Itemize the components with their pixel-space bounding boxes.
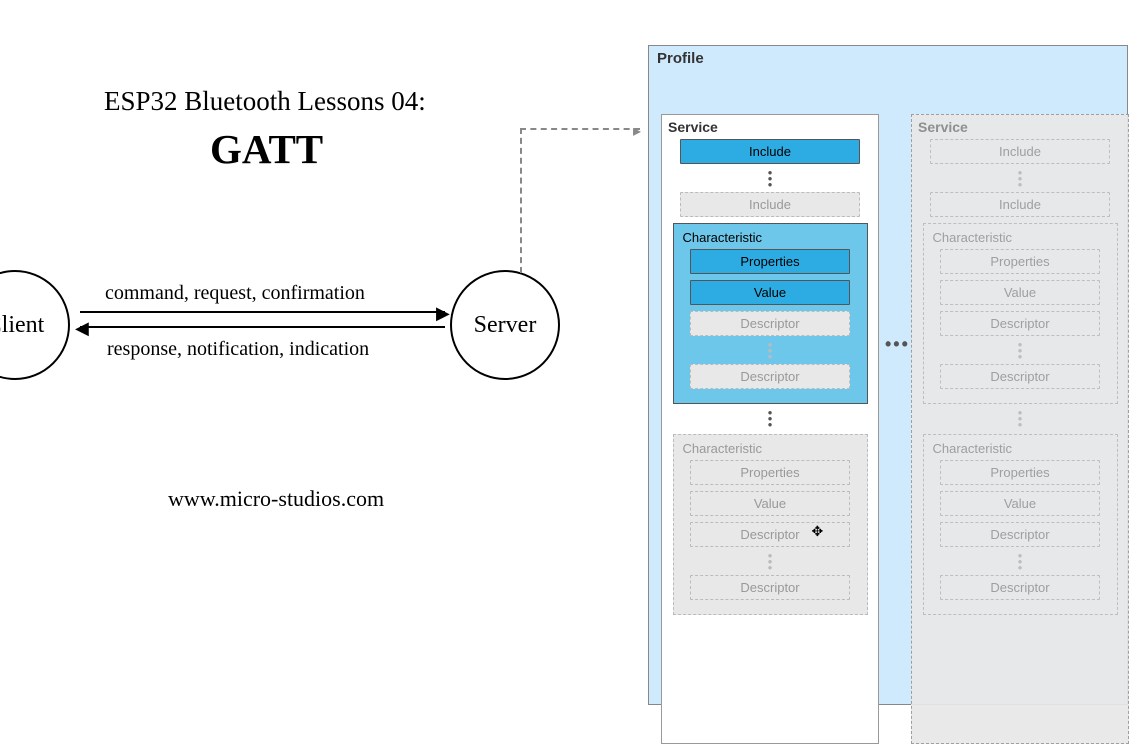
properties-ghost: Properties (690, 460, 850, 485)
include-active: Include (680, 139, 860, 164)
properties-active: Properties (690, 249, 850, 274)
service-active: Service Include ••• Include Characterist… (661, 114, 879, 744)
vdots-icon: ••• (668, 410, 872, 428)
client-label: Client (0, 312, 44, 339)
descriptor-ghost: Descriptor (690, 575, 850, 600)
server-label: Server (474, 312, 537, 339)
properties-ghost: Properties (940, 249, 1100, 274)
service-ghost-label: Service (918, 119, 1122, 135)
website-url: www.micro-studios.com (168, 486, 384, 512)
server-node: Server (450, 270, 560, 380)
descriptor-ghost: Descriptor (940, 575, 1100, 600)
client-node: Client (0, 270, 70, 380)
descriptor-ghost: Descriptor (940, 364, 1100, 389)
value-ghost: Value (940, 491, 1100, 516)
arrow-right-head: ▶ (436, 303, 450, 324)
value-ghost: Value (940, 280, 1100, 305)
characteristic-active: Characteristic Properties Value Descript… (673, 223, 868, 404)
characteristic-ghost-label: Characteristic (933, 230, 1112, 245)
vdots-icon: ••• (929, 553, 1112, 571)
characteristic-ghost-label: Characteristic (683, 441, 862, 456)
arrow-left-head: ◀ (75, 318, 89, 339)
vdots-icon: ••• (918, 170, 1122, 188)
descriptor-ghost: Descriptor (940, 311, 1100, 336)
move-cursor-icon: ✥ (812, 523, 824, 540)
include-ghost: Include (930, 192, 1110, 217)
service-active-label: Service (668, 119, 872, 135)
connector-arrowhead: ▸ (633, 121, 641, 141)
vdots-icon: ••• (918, 410, 1122, 428)
include-ghost: Include (930, 139, 1110, 164)
arrow-to-client-line (80, 326, 445, 328)
arrow-to-client-label: response, notification, indication (107, 338, 369, 361)
descriptor-ghost: Descriptor (690, 311, 850, 336)
characteristic-ghost: Characteristic Properties Value Descript… (923, 434, 1118, 615)
service-ghost: Service Include ••• Include Characterist… (911, 114, 1129, 744)
characteristic-ghost: Characteristic Properties Value Descript… (923, 223, 1118, 404)
value-active: Value (690, 280, 850, 305)
descriptor-ghost: Descriptor (690, 522, 850, 547)
arrow-to-server-label: command, request, confirmation (105, 282, 365, 305)
profile-label: Profile (657, 50, 704, 67)
descriptor-ghost: Descriptor (940, 522, 1100, 547)
vdots-icon: ••• (679, 342, 862, 360)
connector-horizontal (520, 128, 640, 130)
connector-vertical (520, 128, 522, 273)
include-ghost: Include (680, 192, 860, 217)
vdots-icon: ••• (668, 170, 872, 188)
value-ghost: Value (690, 491, 850, 516)
characteristic-active-label: Characteristic (683, 230, 862, 245)
vdots-icon: ••• (929, 342, 1112, 360)
characteristic-ghost-label: Characteristic (933, 441, 1112, 456)
vdots-icon: ••• (679, 553, 862, 571)
profile-box: Profile ••• Service Include ••• Include … (648, 45, 1128, 705)
descriptor-ghost: Descriptor (690, 364, 850, 389)
arrow-to-server-line (80, 311, 445, 313)
characteristic-ghost: Characteristic Properties Value Descript… (673, 434, 868, 615)
ellipsis-services: ••• (885, 334, 910, 355)
lesson-heading: GATT (210, 125, 323, 173)
properties-ghost: Properties (940, 460, 1100, 485)
lesson-title: ESP32 Bluetooth Lessons 04: (104, 86, 426, 117)
